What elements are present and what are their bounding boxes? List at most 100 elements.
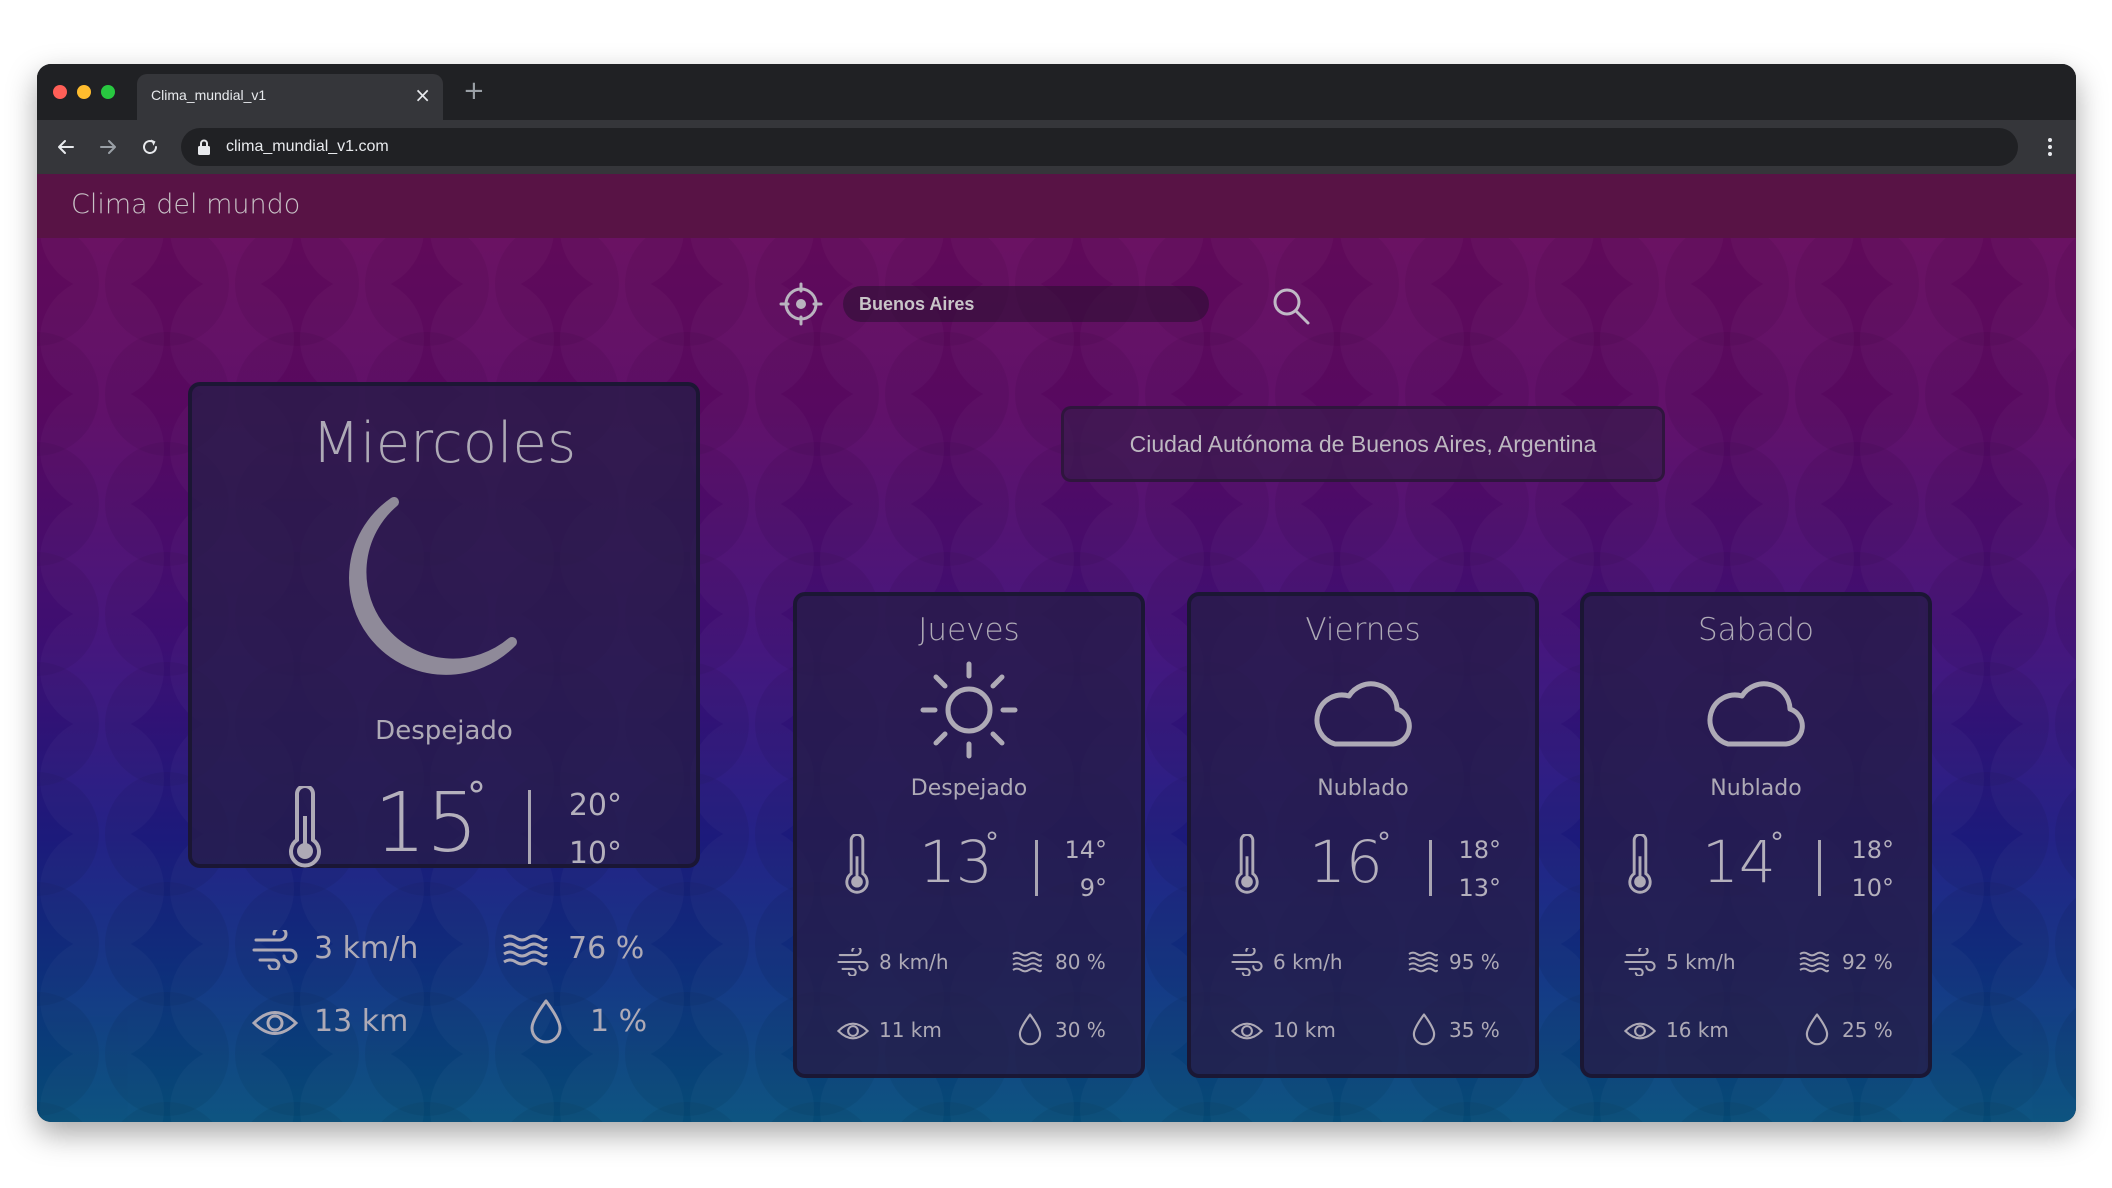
lock-icon <box>198 139 210 155</box>
forecast-temp-degree: ° <box>985 826 999 859</box>
forecast-precip: 35 % <box>1449 1018 1500 1042</box>
reload-button[interactable] <box>135 132 165 162</box>
forecast-min: 10° <box>1851 874 1894 902</box>
search-icon[interactable] <box>1271 286 1311 326</box>
forecast-max: 18° <box>1458 836 1501 864</box>
forecast-temp: 13 <box>919 828 993 896</box>
moon-icon <box>349 497 517 675</box>
location-label: Ciudad Autónoma de Buenos Aires, Argenti… <box>1061 406 1665 482</box>
forecast-condition: Nublado <box>1317 776 1409 801</box>
window-controls <box>53 85 115 99</box>
address-bar[interactable]: clima_mundial_v1.com <box>181 128 2018 166</box>
forecast-min: 13° <box>1458 874 1501 902</box>
forecast-wind: 8 km/h <box>879 950 949 974</box>
eye-icon <box>837 1022 869 1040</box>
forecast-precip: 25 % <box>1842 1018 1893 1042</box>
eye-icon <box>252 1011 298 1035</box>
browser-tab[interactable]: Clima_mundial_v1 × <box>137 74 443 120</box>
thermometer-icon <box>289 786 321 868</box>
app-header: Clima del mundo <box>37 174 2076 238</box>
arrow-left-icon <box>58 140 74 154</box>
browser-menu-button[interactable] <box>2038 132 2062 162</box>
browser-window: Clima_mundial_v1 × + clima_mundial_v1.co… <box>37 64 2076 1122</box>
thermometer-icon <box>1628 834 1652 894</box>
forecast-day: Sabado <box>1698 612 1814 648</box>
locate-icon[interactable] <box>779 282 823 326</box>
forecast-visibility: 11 km <box>879 1018 942 1042</box>
today-day: Miercoles <box>311 411 577 476</box>
maximize-window-button[interactable] <box>101 85 115 99</box>
forecast-humidity: 92 % <box>1842 950 1893 974</box>
raindrop-icon <box>530 999 562 1044</box>
wind-icon <box>837 948 869 976</box>
today-temp: 15 <box>374 776 479 871</box>
wind-icon <box>1624 948 1656 976</box>
humidity-icon <box>1012 951 1042 973</box>
today-humidity: 76 % <box>568 931 645 966</box>
forecast-wind: 5 km/h <box>1666 950 1736 974</box>
humidity-icon <box>1799 951 1829 973</box>
wind-icon <box>1231 948 1263 976</box>
close-window-button[interactable] <box>53 85 67 99</box>
raindrop-icon <box>1412 1013 1436 1046</box>
forecast-max: 14° <box>1064 836 1107 864</box>
forecast-wind: 6 km/h <box>1273 950 1343 974</box>
humidity-icon <box>1408 951 1438 973</box>
forecast-visibility: 16 km <box>1666 1018 1729 1042</box>
tab-close-button[interactable]: × <box>414 84 431 106</box>
back-button[interactable] <box>51 132 81 162</box>
forecast-visibility: 10 km <box>1273 1018 1336 1042</box>
forecast-card: Jueves Despejado 13 ° 14° 9° 8 km/h 80 %… <box>793 592 1145 1078</box>
browser-toolbar: clima_mundial_v1.com <box>37 120 2076 174</box>
forecast-temp: 16 <box>1309 828 1383 896</box>
today-condition: Despejado <box>375 716 513 746</box>
today-wind: 3 km/h <box>314 931 419 966</box>
thermometer-icon <box>1235 834 1259 894</box>
forecast-temp-degree: ° <box>1377 826 1391 859</box>
eye-icon <box>1231 1022 1263 1040</box>
forecast-temp-degree: ° <box>1770 826 1784 859</box>
forecast-humidity: 95 % <box>1449 950 1500 974</box>
tab-title: Clima_mundial_v1 <box>151 87 267 103</box>
today-min: 10° <box>568 836 622 871</box>
forecast-min: 9° <box>1079 874 1107 902</box>
minimize-window-button[interactable] <box>77 85 91 99</box>
new-tab-button[interactable]: + <box>463 78 485 104</box>
app-title: Clima del mundo <box>71 189 301 220</box>
reload-icon <box>143 139 157 154</box>
cloud-icon <box>1707 681 1805 747</box>
url-text: clima_mundial_v1.com <box>226 138 389 155</box>
tab-strip: Clima_mundial_v1 × + <box>37 64 2076 120</box>
today-precip: 1 % <box>590 1004 648 1039</box>
raindrop-icon <box>1018 1013 1042 1046</box>
forecast-day: Viernes <box>1305 612 1421 648</box>
temp-separator <box>1035 840 1038 896</box>
weather-page: Clima del mundo Ciudad Autónoma de Bueno… <box>37 174 2076 1122</box>
cloud-icon <box>1314 681 1412 747</box>
forecast-temp: 14 <box>1702 828 1776 896</box>
today-max: 20° <box>568 788 622 823</box>
today-visibility: 13 km <box>314 1004 409 1039</box>
forecast-max: 18° <box>1851 836 1894 864</box>
temp-separator <box>1429 840 1432 896</box>
forecast-day: Jueves <box>918 612 1020 648</box>
sun-icon <box>920 661 1018 759</box>
forecast-humidity: 80 % <box>1055 950 1106 974</box>
eye-icon <box>1624 1022 1656 1040</box>
today-temp-degree: ° <box>467 774 486 818</box>
forecast-card: Viernes Nublado 16 ° 18° 13° 6 km/h 95 %… <box>1187 592 1539 1078</box>
wind-icon <box>252 930 298 970</box>
temp-separator <box>1818 840 1821 896</box>
forecast-precip: 30 % <box>1055 1018 1106 1042</box>
forecast-condition: Nublado <box>1710 776 1802 801</box>
raindrop-icon <box>1805 1013 1829 1046</box>
arrow-right-icon <box>100 140 116 154</box>
thermometer-icon <box>845 834 869 894</box>
humidity-icon <box>503 934 548 966</box>
forecast-condition: Despejado <box>910 776 1028 801</box>
today-card: Miercoles Despejado 15 ° 20° 10° 3 km/h <box>188 382 700 1044</box>
temp-separator <box>528 790 531 864</box>
forecast-card: Sabado Nublado 14 ° 18° 10° 5 km/h 92 % … <box>1580 592 1932 1078</box>
search-input[interactable] <box>843 286 1209 322</box>
forward-button[interactable] <box>93 132 123 162</box>
